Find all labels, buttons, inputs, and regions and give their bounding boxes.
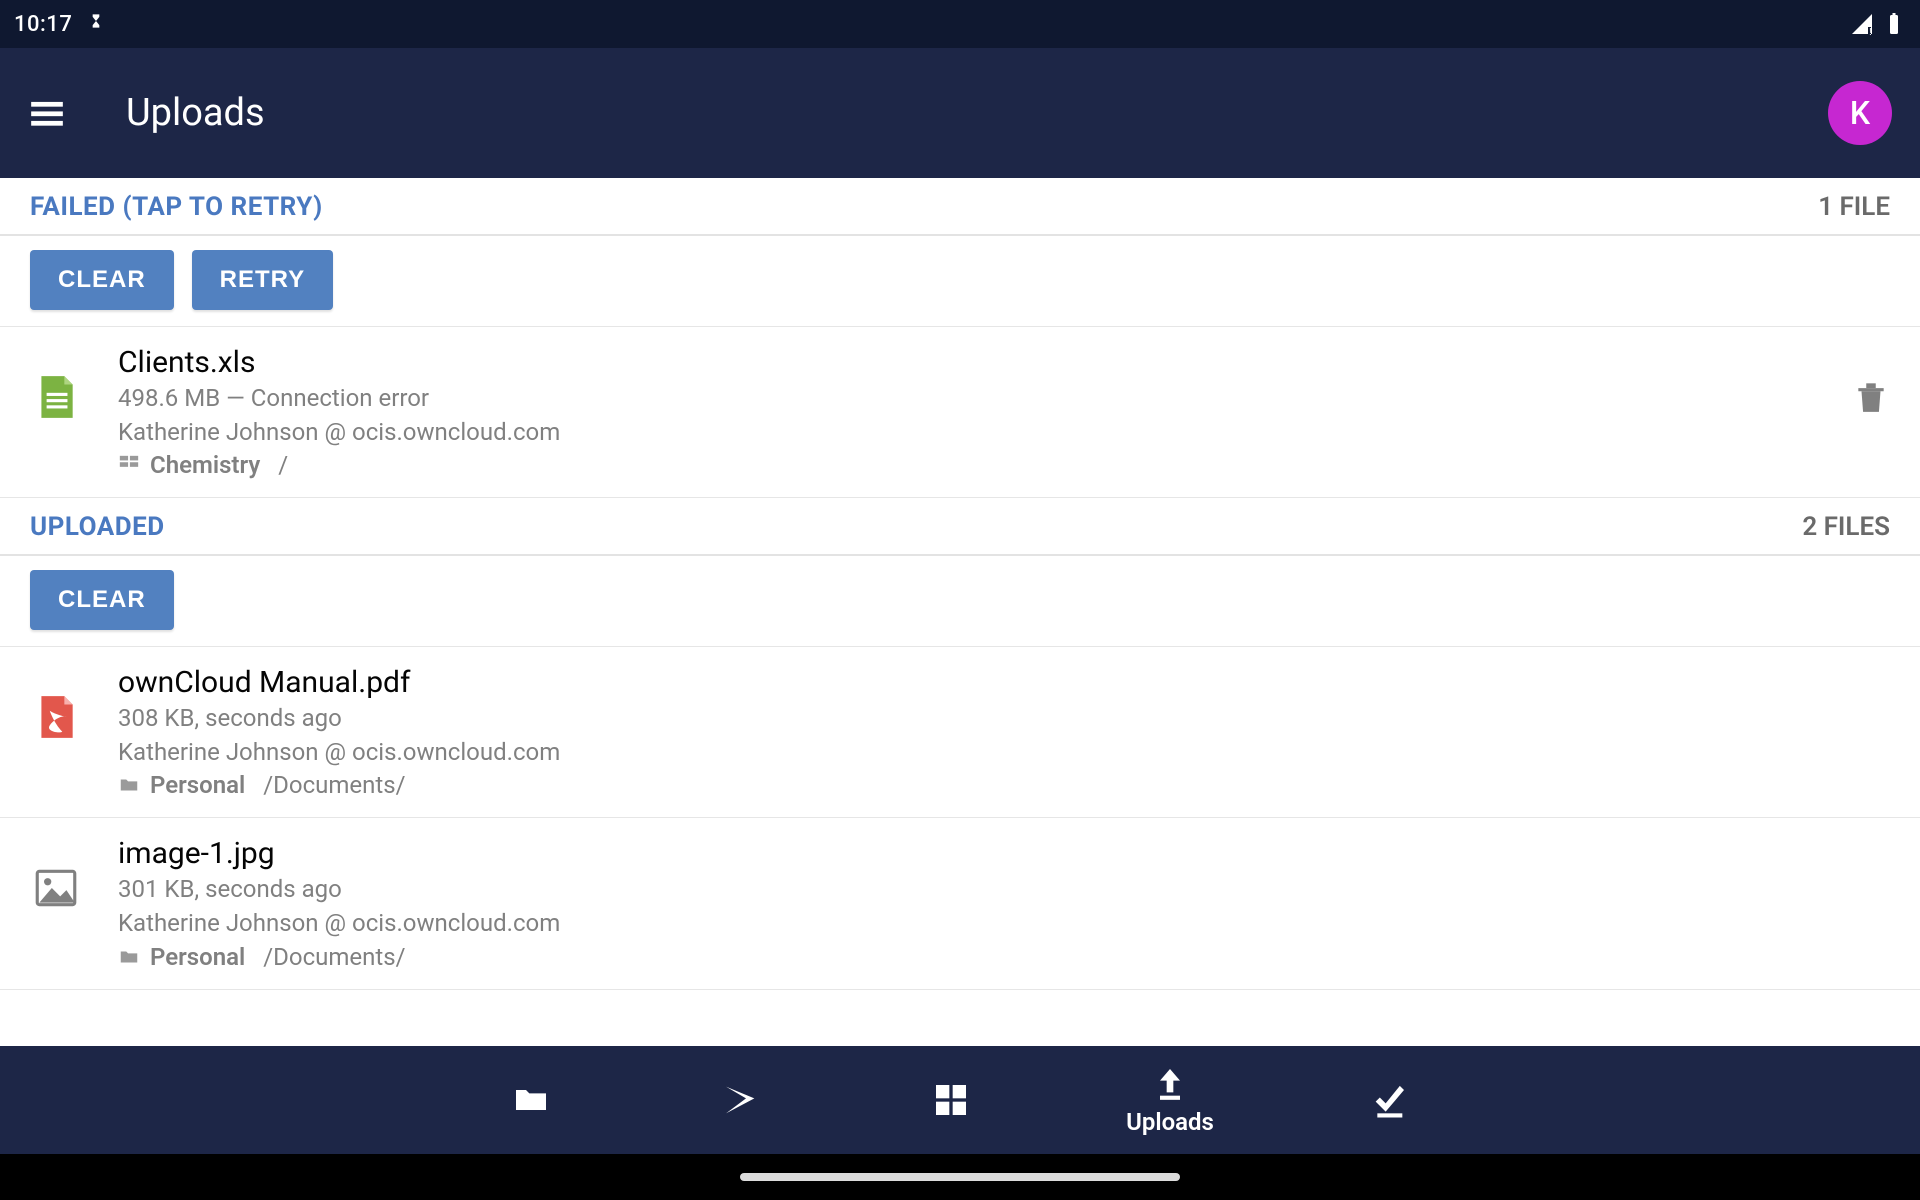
avatar-initial: K: [1850, 94, 1870, 132]
failed-count: 1 FILE: [1818, 192, 1890, 222]
share-icon: [721, 1080, 761, 1120]
failed-header[interactable]: FAILED (TAP TO RETRY) 1 FILE: [0, 178, 1920, 236]
retry-failed-button[interactable]: RETRY: [192, 250, 333, 310]
file-subtext: 301 KB, seconds ago: [118, 873, 1890, 907]
file-path: /Documents/: [263, 771, 405, 799]
nav-offline[interactable]: [1354, 1080, 1424, 1120]
avatar[interactable]: K: [1828, 81, 1892, 145]
bottom-nav: Uploads: [0, 1046, 1920, 1154]
app-root: 10:17 ! Uploads K FAILED (TAP TO RETRY) …: [0, 0, 1920, 1200]
content: FAILED (TAP TO RETRY) 1 FILE CLEAR RETRY…: [0, 178, 1920, 1046]
signal-icon: !: [1850, 12, 1874, 36]
file-subtext: 308 KB, seconds ago: [118, 702, 1890, 736]
clear-failed-button[interactable]: CLEAR: [30, 250, 174, 310]
trash-icon: [1852, 375, 1890, 417]
nav-uploads[interactable]: Uploads: [1126, 1064, 1214, 1136]
folder-icon: [511, 1080, 551, 1120]
clear-uploaded-button[interactable]: CLEAR: [30, 570, 174, 630]
space-grid-icon: [118, 454, 140, 476]
file-path-row: Chemistry /: [118, 451, 1852, 479]
nav-spaces[interactable]: [916, 1080, 986, 1120]
file-space: Personal: [150, 771, 245, 799]
file-account: Katherine Johnson @ ocis.owncloud.com: [118, 416, 1852, 450]
gesture-pill[interactable]: [740, 1173, 1180, 1181]
uploaded-button-row: CLEAR: [0, 556, 1920, 647]
file-path: /: [278, 451, 288, 479]
image-icon: [30, 862, 82, 914]
folder-small-icon: [118, 774, 140, 796]
file-name: Clients.xls: [118, 345, 1852, 380]
file-subtext: 498.6 MB — Connection error: [118, 382, 1852, 416]
status-time: 10:17: [14, 12, 72, 37]
uploaded-count: 2 FILES: [1802, 512, 1890, 542]
battery-icon: [1882, 12, 1906, 36]
xls-icon: [30, 371, 82, 423]
uploaded-title: UPLOADED: [30, 512, 165, 542]
svg-text:!: !: [1869, 27, 1872, 36]
file-path: /Documents/: [263, 943, 405, 971]
menu-icon: [28, 94, 66, 132]
grid-icon: [931, 1080, 971, 1120]
file-space: Chemistry: [150, 451, 260, 479]
pdf-icon: [30, 691, 82, 743]
gesture-bar: [0, 1154, 1920, 1200]
upload-icon: [1150, 1064, 1190, 1104]
file-path-row: Personal /Documents/: [118, 771, 1890, 799]
nav-share[interactable]: [706, 1080, 776, 1120]
nav-files[interactable]: [496, 1080, 566, 1120]
failed-item[interactable]: Clients.xls 498.6 MB — Connection error …: [0, 327, 1920, 498]
delete-button[interactable]: [1852, 375, 1890, 421]
app-bar: Uploads K: [0, 48, 1920, 178]
failed-title: FAILED (TAP TO RETRY): [30, 192, 323, 222]
uploaded-item[interactable]: image-1.jpg 301 KB, seconds ago Katherin…: [0, 818, 1920, 989]
file-space: Personal: [150, 943, 245, 971]
status-misc-icon: [86, 11, 106, 37]
uploaded-item[interactable]: ownCloud Manual.pdf 308 KB, seconds ago …: [0, 647, 1920, 818]
file-name: ownCloud Manual.pdf: [118, 665, 1890, 700]
file-account: Katherine Johnson @ ocis.owncloud.com: [118, 907, 1890, 941]
status-bar: 10:17 !: [0, 0, 1920, 48]
folder-small-icon: [118, 946, 140, 968]
file-path-row: Personal /Documents/: [118, 943, 1890, 971]
page-title: Uploads: [126, 91, 265, 135]
file-name: image-1.jpg: [118, 836, 1890, 871]
failed-button-row: CLEAR RETRY: [0, 236, 1920, 327]
file-account: Katherine Johnson @ ocis.owncloud.com: [118, 736, 1890, 770]
uploaded-header: UPLOADED 2 FILES: [0, 498, 1920, 556]
menu-button[interactable]: [28, 94, 66, 132]
check-icon: [1369, 1080, 1409, 1120]
nav-label-uploads: Uploads: [1126, 1108, 1214, 1136]
